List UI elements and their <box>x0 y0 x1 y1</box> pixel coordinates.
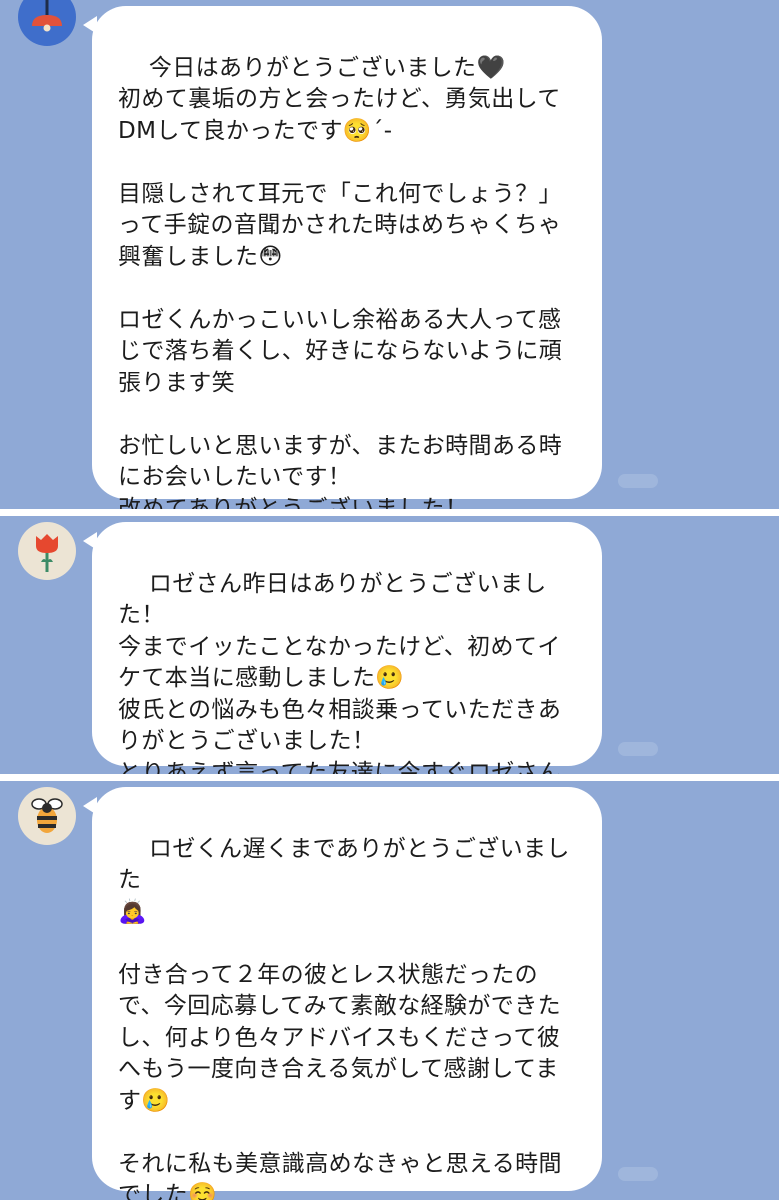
message-bubble[interactable]: ロゼくん遅くまでありがとうございました 🙇‍♀️ 付き合って２年の彼とレス状態だ… <box>83 787 602 1200</box>
message-meta <box>618 474 658 488</box>
tulip-icon <box>36 534 58 572</box>
bee-icon <box>31 798 63 833</box>
chat-panel-1: 今日はありがとうございました🖤 初めて裏垢の方と会ったけど、勇気出して DMして… <box>0 0 779 509</box>
chat-panel-2: ロゼさん昨日はありがとうございました！ 今までイッたことなかったけど、初めてイ … <box>0 516 779 774</box>
avatar[interactable] <box>18 0 76 46</box>
message-meta <box>618 742 658 756</box>
message-meta <box>618 1167 658 1181</box>
message-text: 今日はありがとうございました🖤 初めて裏垢の方と会ったけど、勇気出して DMして… <box>118 54 563 510</box>
lamp-icon <box>32 0 62 32</box>
message-text: ロゼくん遅くまでありがとうございました 🙇‍♀️ 付き合って２年の彼とレス状態だ… <box>118 835 570 1200</box>
message-bubble[interactable]: 今日はありがとうございました🖤 初めて裏垢の方と会ったけど、勇気出して DMして… <box>83 6 602 509</box>
message-bubble[interactable]: ロゼさん昨日はありがとうございました！ 今までイッたことなかったけど、初めてイ … <box>83 522 602 774</box>
chat-panel-3: ロゼくん遅くまでありがとうございました 🙇‍♀️ 付き合って２年の彼とレス状態だ… <box>0 781 779 1200</box>
message-text: ロゼさん昨日はありがとうございました！ 今までイッたことなかったけど、初めてイ … <box>118 570 562 775</box>
avatar[interactable] <box>18 787 76 845</box>
avatar[interactable] <box>18 522 76 580</box>
